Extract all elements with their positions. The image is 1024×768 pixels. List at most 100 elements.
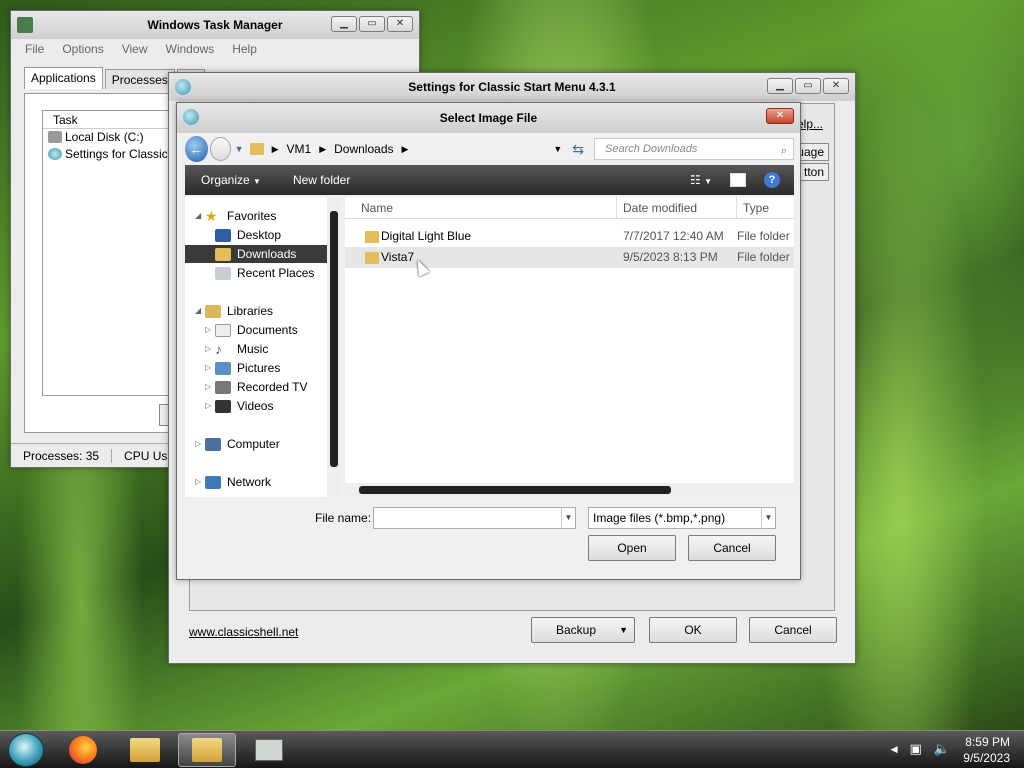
file-name: Vista7 xyxy=(381,250,415,264)
search-input[interactable]: Search Downloads ⌕ xyxy=(594,138,794,160)
breadcrumb[interactable]: ▶ VM1 ▶ Downloads ▶ xyxy=(249,142,502,156)
expand-triangle-icon[interactable]: ▷ xyxy=(195,439,201,448)
expand-triangle-icon[interactable]: ▷ xyxy=(205,325,211,334)
expand-triangle-icon[interactable]: ▷ xyxy=(195,477,201,486)
maximize-button[interactable]: ▭ xyxy=(795,78,821,94)
chevron-right-icon[interactable]: ▶ xyxy=(272,144,279,155)
file-type-select[interactable]: Image files (*.bmp,*.png) ▼ xyxy=(588,507,776,529)
forward-arrow-icon[interactable] xyxy=(209,137,231,161)
nav-libraries[interactable]: Libraries xyxy=(205,302,273,320)
chevron-down-icon[interactable]: ▼ xyxy=(761,508,775,528)
close-button[interactable]: ✕ xyxy=(823,78,849,94)
task-manager-icon xyxy=(17,17,33,33)
menu-help[interactable]: Help xyxy=(232,42,257,56)
list-item[interactable]: Vista7 9/5/2023 8:13 PM File folder xyxy=(345,247,794,268)
file-list-horizontal-scrollbar[interactable] xyxy=(345,483,794,497)
dialog-titlebar[interactable]: Select Image File ✕ xyxy=(177,103,800,133)
libraries-icon xyxy=(205,305,221,319)
column-name[interactable]: Name xyxy=(345,197,617,218)
select-image-dialog[interactable]: Select Image File ✕ ← ▼ ▶ VM1 ▶ Download… xyxy=(176,102,801,580)
desktop-icon xyxy=(215,229,231,243)
nav-label: Pictures xyxy=(237,361,281,375)
search-icon[interactable]: ⌕ xyxy=(781,141,787,161)
menu-file[interactable]: File xyxy=(25,42,44,56)
firefox-taskbar-button[interactable] xyxy=(54,733,112,767)
nav-favorites[interactable]: ★ Favorites xyxy=(205,207,276,225)
refresh-icon[interactable]: ⇆ xyxy=(572,141,584,158)
minimize-button[interactable]: ▁ xyxy=(331,16,357,32)
view-options-icon[interactable]: ☷ ▼ xyxy=(690,173,712,187)
tab-processes[interactable]: Processes xyxy=(104,69,175,89)
expand-triangle-icon[interactable]: ▷ xyxy=(205,363,211,372)
organize-button[interactable]: Organize ▼ xyxy=(185,173,277,187)
backup-button[interactable]: Backup ▼ xyxy=(531,617,635,643)
recorded-tv-icon xyxy=(215,381,231,395)
history-dropdown-icon[interactable]: ▼ xyxy=(235,144,244,154)
scrollbar-thumb[interactable] xyxy=(330,211,338,467)
nav-recent-places[interactable]: Recent Places xyxy=(215,264,314,282)
help-icon[interactable]: ? xyxy=(764,172,780,188)
list-item[interactable]: Digital Light Blue 7/7/2017 12:40 AM Fil… xyxy=(345,226,794,247)
nav-desktop[interactable]: Desktop xyxy=(215,226,281,244)
open-button[interactable]: Open xyxy=(588,535,676,561)
start-orb-icon[interactable] xyxy=(8,733,44,767)
menu-view[interactable]: View xyxy=(122,42,148,56)
expand-triangle-icon[interactable]: ▷ xyxy=(205,382,211,391)
preview-pane-icon[interactable] xyxy=(730,173,746,187)
status-processes: Processes: 35 xyxy=(11,448,113,463)
menu-options[interactable]: Options xyxy=(62,42,103,56)
address-dropdown-icon[interactable]: ▼ xyxy=(553,144,562,154)
new-folder-button[interactable]: New folder xyxy=(277,173,366,187)
ok-button[interactable]: OK xyxy=(649,617,737,643)
nav-label: Computer xyxy=(227,437,280,451)
explorer-taskbar-button-active[interactable] xyxy=(178,733,236,767)
nav-music[interactable]: ♪ Music xyxy=(215,340,268,358)
chevron-down-icon[interactable]: ▼ xyxy=(561,508,575,528)
expand-triangle-icon[interactable]: ▷ xyxy=(205,344,211,353)
menu-windows[interactable]: Windows xyxy=(166,42,215,56)
list-item-label: Settings for Classic St xyxy=(65,147,183,161)
file-date: 7/7/2017 12:40 AM xyxy=(623,229,724,243)
nav-pane-scrollbar[interactable] xyxy=(327,197,341,497)
chevron-right-icon[interactable]: ▶ xyxy=(319,144,326,155)
volume-muted-icon[interactable]: 🔈 xyxy=(934,741,950,757)
chevron-right-icon[interactable]: ▶ xyxy=(402,144,409,155)
file-type: File folder xyxy=(737,229,790,243)
scrollbar-thumb[interactable] xyxy=(359,486,671,494)
organize-label: Organize xyxy=(201,173,250,187)
file-name-field[interactable]: ▼ xyxy=(373,507,576,529)
nav-pictures[interactable]: Pictures xyxy=(215,359,280,377)
nav-network[interactable]: Network xyxy=(205,473,271,491)
nav-recorded-tv[interactable]: Recorded TV xyxy=(215,378,307,396)
navigation-pane[interactable]: ◢ ★ Favorites Desktop Downloads Recent Pl… xyxy=(185,197,335,497)
cancel-button[interactable]: Cancel xyxy=(749,617,837,643)
nav-documents[interactable]: Documents xyxy=(215,321,298,339)
tab-applications[interactable]: Applications xyxy=(24,67,103,89)
nav-downloads[interactable]: Downloads xyxy=(185,245,327,263)
file-list[interactable]: Name Date modified Type Digital Light Bl… xyxy=(345,197,794,497)
collapse-triangle-icon[interactable]: ◢ xyxy=(195,306,201,315)
explorer-taskbar-button[interactable] xyxy=(116,733,174,767)
taskbar-clock[interactable]: 8:59 PM 9/5/2023 xyxy=(963,734,1010,766)
column-type[interactable]: Type xyxy=(737,197,794,218)
show-hidden-icons-icon[interactable]: ◀ xyxy=(891,741,898,757)
settings-titlebar[interactable]: Settings for Classic Start Menu 4.3.1 ▁ … xyxy=(169,73,855,101)
breadcrumb-vm1[interactable]: VM1 xyxy=(287,142,312,156)
column-date-modified[interactable]: Date modified xyxy=(617,197,737,218)
expand-triangle-icon[interactable]: ▷ xyxy=(205,401,211,410)
back-arrow-icon[interactable]: ← xyxy=(185,136,208,162)
task-manager-titlebar[interactable]: Windows Task Manager ▁ ▭ ✕ xyxy=(11,11,419,39)
maximize-button[interactable]: ▭ xyxy=(359,16,385,32)
nav-videos[interactable]: Videos xyxy=(215,397,273,415)
website-link[interactable]: www.classicshell.net xyxy=(189,625,298,639)
minimize-button[interactable]: ▁ xyxy=(767,78,793,94)
task-manager-taskbar-button[interactable] xyxy=(240,733,298,767)
nav-computer[interactable]: Computer xyxy=(205,435,280,453)
cancel-button[interactable]: Cancel xyxy=(688,535,776,561)
network-icon[interactable]: ▣ xyxy=(910,741,922,757)
close-button[interactable]: ✕ xyxy=(387,16,413,32)
nav-label: Network xyxy=(227,475,272,489)
breadcrumb-downloads[interactable]: Downloads xyxy=(334,142,393,156)
close-button[interactable]: ✕ xyxy=(766,108,794,124)
collapse-triangle-icon[interactable]: ◢ xyxy=(195,211,201,220)
